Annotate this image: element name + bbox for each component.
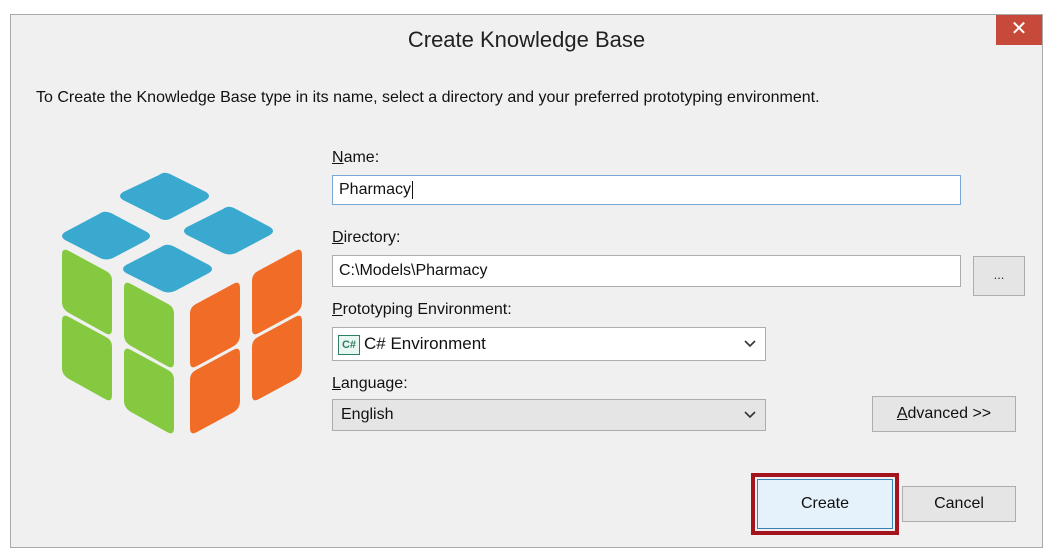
create-button-label: Create (800, 495, 850, 512)
language-label: Language: (332, 375, 408, 393)
chevron-down-icon (743, 400, 757, 430)
directory-input-value: C:\Models\Pharmacy (339, 262, 488, 279)
directory-label: Directory: (332, 229, 400, 247)
language-select[interactable]: English (332, 399, 766, 431)
create-button[interactable]: Create (757, 479, 893, 529)
close-icon: ✕ (1010, 18, 1028, 40)
advanced-button[interactable]: Advanced >> (872, 396, 1016, 432)
environment-label: Prototyping Environment: (332, 301, 512, 319)
chevron-down-icon (743, 328, 757, 360)
language-select-value: English (341, 406, 394, 423)
name-label: Name: (332, 149, 379, 167)
environment-select-value: C# Environment (364, 334, 486, 353)
browse-button[interactable]: ... (973, 256, 1025, 296)
language-label-accel: L (332, 375, 341, 392)
name-input[interactable]: Pharmacy (332, 175, 961, 205)
dialog-body: To Create the Knowledge Base type in its… (20, 65, 1035, 541)
browse-button-label: ... (993, 267, 1005, 282)
language-label-text: anguage: (340, 375, 408, 392)
cancel-button[interactable]: Cancel (902, 486, 1016, 522)
directory-input[interactable]: C:\Models\Pharmacy (332, 255, 961, 287)
close-button[interactable]: ✕ (996, 15, 1042, 45)
cube-logo-icon (62, 172, 302, 434)
advanced-button-accel: A (896, 405, 908, 422)
csharp-icon: C# (338, 334, 360, 355)
dialog-title: Create Knowledge Base (407, 27, 646, 52)
environment-label-text: rototyping Environment: (342, 301, 512, 318)
environment-label-accel: P (332, 301, 343, 318)
environment-select[interactable]: C# C# Environment (332, 327, 766, 361)
name-input-value: Pharmacy (339, 181, 412, 198)
name-label-accel: N (332, 149, 344, 166)
name-label-text: ame: (343, 149, 380, 166)
directory-label-accel: D (332, 229, 344, 246)
title-bar: Create Knowledge Base ✕ (11, 15, 1042, 65)
create-kb-dialog: Create Knowledge Base ✕ To Create the Kn… (10, 14, 1043, 548)
text-caret (412, 180, 414, 199)
directory-label-text: irectory: (343, 229, 401, 246)
cube-right-face (190, 249, 302, 434)
cancel-button-label: Cancel (934, 495, 984, 512)
advanced-button-label: dvanced >> (907, 405, 992, 422)
instructions-text: To Create the Knowledge Base type in its… (36, 89, 820, 106)
